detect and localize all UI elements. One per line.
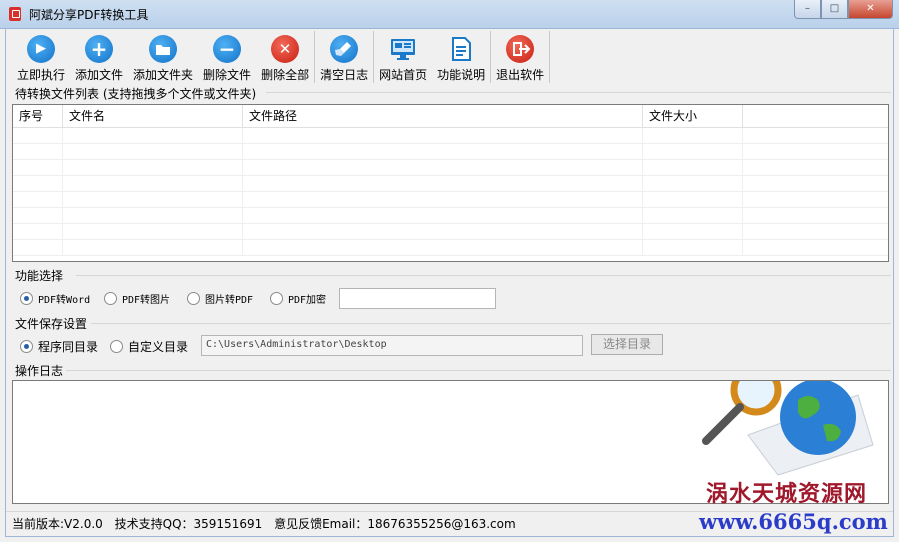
delete-file-button[interactable]: − 删除文件: [198, 31, 256, 83]
option-program-dir-label: 程序同目录: [38, 340, 99, 354]
broom-icon: [330, 35, 359, 63]
status-version: 当前版本:V2.0.0: [12, 517, 103, 531]
toolbar-group-actions: ▶ 立即执行 + 添加文件 添加文件夹 − 删除文件 ✕ 删除全部: [12, 31, 316, 83]
exit-button[interactable]: 退出软件: [491, 31, 549, 83]
homepage-button[interactable]: 网站首页: [374, 31, 432, 83]
window-controls: – □ ✕: [794, 0, 893, 19]
option-pdf-to-word[interactable]: PDF转Word: [20, 291, 90, 306]
toolbar: ▶ 立即执行 + 添加文件 添加文件夹 − 删除文件 ✕ 删除全部 清空日志 网…: [6, 29, 893, 85]
delete-file-label: 删除文件: [203, 68, 252, 82]
add-file-button[interactable]: + 添加文件: [70, 31, 128, 83]
column-filepath[interactable]: 文件路径: [243, 105, 643, 127]
option-program-dir[interactable]: 程序同目录: [20, 338, 98, 355]
delete-all-button[interactable]: ✕ 删除全部: [256, 31, 314, 83]
radio-pdf-to-word[interactable]: [20, 292, 33, 305]
run-label: 立即执行: [17, 68, 66, 82]
search-globe-icon: [702, 381, 874, 476]
play-icon: ▶: [27, 35, 55, 63]
plus-icon: +: [85, 35, 114, 63]
add-folder-button[interactable]: 添加文件夹: [128, 31, 198, 83]
option-pdf-encrypt-label: PDF加密: [288, 295, 327, 306]
add-folder-label: 添加文件夹: [133, 68, 194, 82]
status-qq: 技术支持QQ：359151691: [114, 517, 263, 531]
function-select-label: 功能选择: [15, 269, 64, 283]
table-row: [13, 128, 888, 144]
save-path-input[interactable]: C:\Users\Administrator\Desktop: [201, 335, 583, 356]
homepage-label: 网站首页: [379, 68, 428, 82]
toolbar-group-exit: 退出软件: [491, 31, 551, 83]
close-button[interactable]: ✕: [848, 0, 893, 19]
log-label: 操作日志: [15, 364, 64, 378]
save-settings-divider: [91, 323, 891, 324]
delete-all-label: 删除全部: [261, 68, 310, 82]
app-pdf-icon: [9, 7, 21, 21]
x-icon: ✕: [271, 35, 300, 63]
table-row: [13, 160, 888, 176]
folder-icon: [149, 35, 178, 63]
document-icon: [447, 35, 475, 63]
save-settings-label: 文件保存设置: [15, 317, 88, 331]
maximize-button[interactable]: □: [821, 0, 848, 19]
clear-log-label: 清空日志: [320, 68, 369, 82]
radio-custom-dir[interactable]: [110, 340, 123, 353]
choose-dir-button[interactable]: 选择目录: [591, 334, 663, 355]
option-image-to-pdf-label: 图片转PDF: [205, 295, 254, 306]
table-row: [13, 208, 888, 224]
radio-pdf-encrypt[interactable]: [270, 292, 283, 305]
column-extra: [743, 105, 888, 127]
table-row: [13, 144, 888, 160]
status-email: 意见反馈Email：18676355256@163.com: [274, 517, 516, 531]
table-row: [13, 240, 888, 256]
monitor-icon: [389, 35, 417, 63]
watermark-title: 涡水天城资源网: [706, 481, 868, 507]
password-input[interactable]: [339, 288, 496, 309]
table-row: [13, 224, 888, 240]
run-button[interactable]: ▶ 立即执行: [12, 31, 70, 83]
column-filename[interactable]: 文件名: [63, 105, 243, 127]
clear-log-button[interactable]: 清空日志: [315, 31, 373, 83]
file-list-table[interactable]: 序号 文件名 文件路径 文件大小: [12, 104, 889, 262]
exit-icon: [506, 35, 535, 63]
minimize-button[interactable]: –: [794, 0, 821, 19]
help-label: 功能说明: [437, 68, 486, 82]
radio-pdf-to-image[interactable]: [104, 292, 117, 305]
title-bar: 阿斌分享PDF转换工具 – □ ✕: [0, 0, 899, 29]
option-custom-dir-label: 自定义目录: [128, 340, 189, 354]
minus-icon: −: [213, 35, 242, 63]
table-row: [13, 192, 888, 208]
radio-image-to-pdf[interactable]: [187, 292, 200, 305]
option-pdf-to-word-label: PDF转Word: [38, 295, 91, 306]
main-client: ▶ 立即执行 + 添加文件 添加文件夹 − 删除文件 ✕ 删除全部 清空日志 网…: [5, 29, 894, 537]
log-divider: [66, 370, 891, 371]
option-pdf-encrypt[interactable]: PDF加密: [270, 291, 326, 306]
window-title: 阿斌分享PDF转换工具: [29, 8, 149, 22]
radio-program-dir[interactable]: [20, 340, 33, 353]
file-list-label: 待转换文件列表 (支持拖拽多个文件或文件夹): [15, 87, 257, 101]
file-list-divider: [266, 92, 891, 93]
column-filesize[interactable]: 文件大小: [643, 105, 743, 127]
option-custom-dir[interactable]: 自定义目录: [110, 338, 188, 355]
help-button[interactable]: 功能说明: [432, 31, 490, 83]
function-divider: [76, 275, 891, 276]
column-index[interactable]: 序号: [13, 105, 63, 127]
table-row: [13, 176, 888, 192]
option-pdf-to-image-label: PDF转图片: [122, 295, 171, 306]
toolbar-group-info: 网站首页 功能说明: [374, 31, 492, 83]
watermark-url: www.6665q.com: [699, 509, 888, 534]
add-file-label: 添加文件: [75, 68, 124, 82]
option-pdf-to-image[interactable]: PDF转图片: [104, 291, 170, 306]
toolbar-group-log: 清空日志: [315, 31, 375, 83]
exit-label: 退出软件: [496, 68, 545, 82]
table-header: 序号 文件名 文件路径 文件大小: [13, 105, 888, 128]
option-image-to-pdf[interactable]: 图片转PDF: [187, 291, 253, 306]
